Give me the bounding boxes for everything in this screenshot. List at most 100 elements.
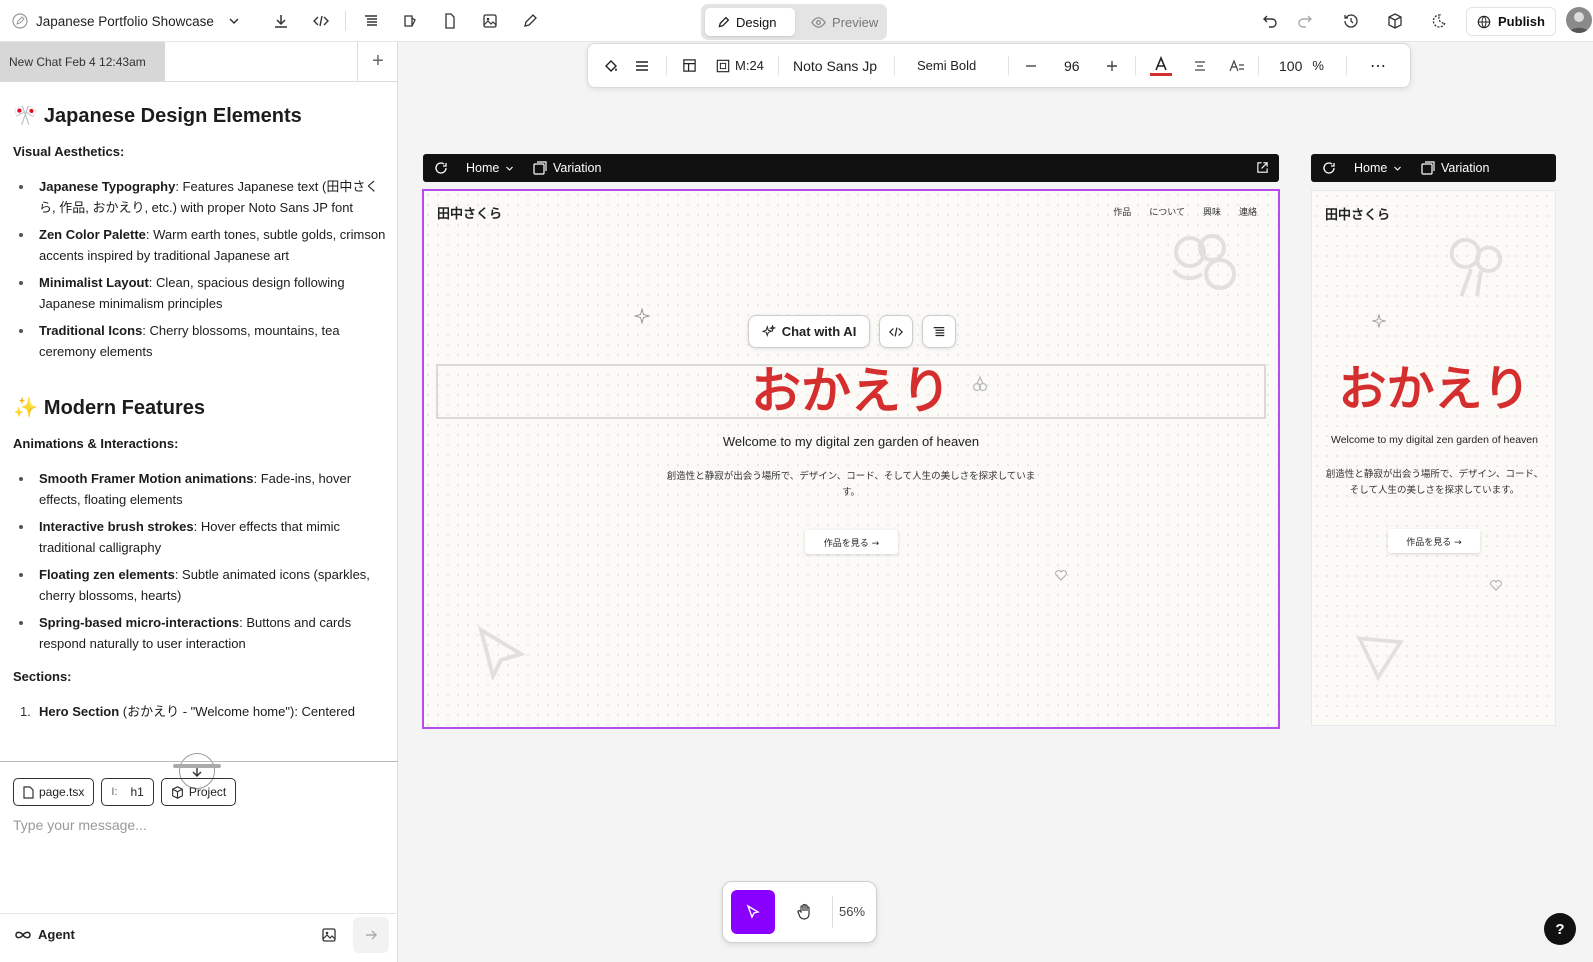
route-select[interactable]: Home <box>466 161 514 175</box>
chip-element[interactable]: I: h1 <box>101 778 154 806</box>
hand-tool[interactable] <box>783 890 827 934</box>
theme-icon[interactable] <box>397 8 423 34</box>
layout-icon[interactable] <box>682 44 697 87</box>
list-item: Interactive brush strokes: Hover effects… <box>13 516 388 558</box>
attach-image-icon[interactable] <box>316 922 342 948</box>
route-label: Home <box>466 161 500 175</box>
code-icon[interactable] <box>308 8 334 34</box>
tab-design[interactable]: Design <box>705 8 795 36</box>
chat-with-ai-button[interactable]: Chat with AI <box>748 315 870 348</box>
select-tool[interactable] <box>731 890 775 934</box>
item-title: Smooth Framer Motion animations <box>39 471 254 486</box>
refresh-icon[interactable] <box>1322 161 1336 175</box>
chat-tab[interactable]: New Chat Feb 4 12:43am <box>0 42 165 81</box>
publish-button[interactable]: Publish <box>1466 7 1556 36</box>
font-weight-select[interactable]: Semi Bold <box>917 44 976 87</box>
pencil-icon <box>717 16 730 29</box>
route-select[interactable]: Home <box>1354 161 1402 175</box>
fill-icon[interactable] <box>603 44 619 87</box>
more-icon[interactable]: ⋯ <box>1370 44 1387 87</box>
new-chat-button[interactable]: + <box>357 42 398 81</box>
resize-handle[interactable] <box>173 764 221 768</box>
list-item: Spring-based micro-interactions: Buttons… <box>13 612 388 654</box>
box-icon[interactable] <box>1382 8 1408 34</box>
divider <box>1008 56 1009 76</box>
variation-button[interactable]: Variation <box>1421 161 1489 175</box>
open-external-icon[interactable] <box>1256 161 1269 174</box>
project-selector[interactable]: Japanese Portfolio Showcase <box>12 10 240 32</box>
variation-label: Variation <box>1441 161 1490 175</box>
zoom-level[interactable]: 56% <box>839 904 865 919</box>
opacity-input[interactable]: 100% <box>1279 44 1324 87</box>
agent-divider <box>0 913 398 914</box>
feature-list: Japanese Typography: Features Japanese t… <box>13 176 388 362</box>
tab-preview[interactable]: Preview <box>799 8 890 36</box>
pen-circle-icon <box>12 13 28 29</box>
layers-icon[interactable] <box>358 8 384 34</box>
variation-button[interactable]: Variation <box>533 161 601 175</box>
chat-message: 🎌 Japanese Design Elements Visual Aesthet… <box>13 82 388 802</box>
border-icon[interactable] <box>634 44 650 87</box>
pencil-icon[interactable] <box>517 8 543 34</box>
refresh-icon[interactable] <box>434 161 448 175</box>
chat-panel: New Chat Feb 4 12:43am + 🎌 Japanese Desig… <box>0 42 398 962</box>
divider <box>832 896 833 928</box>
text-color-icon[interactable] <box>1150 44 1172 87</box>
chip-label: Project <box>188 785 227 799</box>
image-icon[interactable] <box>477 8 503 34</box>
avatar[interactable] <box>1566 7 1592 33</box>
view-code-button[interactable] <box>879 315 913 348</box>
triangle-icon <box>1352 629 1408 685</box>
list-item: Zen Color Palette: Warm earth tones, sub… <box>13 224 388 266</box>
agent-selector[interactable]: Agent <box>14 927 75 942</box>
welcome-text: Welcome to my digital zen garden of heav… <box>1330 434 1538 446</box>
chip-file[interactable]: page.tsx <box>13 778 95 806</box>
divider <box>1135 56 1136 76</box>
file-icon[interactable] <box>437 8 463 34</box>
chip-project[interactable]: Project <box>160 778 237 806</box>
align-icon[interactable] <box>1193 44 1207 87</box>
box-icon <box>171 785 184 799</box>
increase-size-icon[interactable] <box>1105 44 1119 87</box>
font-family-select[interactable]: Noto Sans Jp <box>793 44 877 87</box>
mobile-frame[interactable]: 田中さくら おかえり Welcome to my digital zen gar… <box>1311 190 1556 726</box>
canvas-tools: 56% <box>722 881 877 943</box>
property-toolbar: M:24 Noto Sans Jp Semi Bold 96 100% ⋯ <box>587 43 1411 88</box>
layers-button[interactable] <box>922 315 956 348</box>
help-button[interactable]: ? <box>1544 913 1576 945</box>
chip-label: h1 <box>130 785 144 799</box>
download-icon[interactable] <box>268 8 294 34</box>
frame-toolbar-mobile: Home Variation <box>1311 154 1556 182</box>
section-heading: ✨ Modern Features <box>13 398 388 419</box>
decrease-size-icon[interactable] <box>1024 44 1038 87</box>
chat-with-ai-label: Chat with AI <box>781 324 857 339</box>
site-brand[interactable]: 田中さくら <box>1325 204 1390 223</box>
arrow-right-icon <box>364 928 378 942</box>
cta-button[interactable]: 作品を見る → <box>1388 529 1480 553</box>
history-icon[interactable] <box>1338 8 1364 34</box>
divider <box>345 11 346 31</box>
text-style-icon[interactable] <box>1229 44 1245 87</box>
opacity-unit: % <box>1312 58 1324 73</box>
chip-label: page.tsx <box>39 785 85 799</box>
cursor-icon <box>745 904 761 920</box>
context-chips: page.tsx I: h1 Project <box>13 778 237 806</box>
undo-icon[interactable] <box>1257 8 1283 34</box>
message-input[interactable]: Type your message... <box>13 817 147 833</box>
item-title: Spring-based micro-interactions <box>39 615 240 630</box>
item-title: Hero Section <box>39 704 120 719</box>
hero-title[interactable]: おかえり <box>1312 359 1557 419</box>
divider <box>894 56 895 76</box>
route-label: Home <box>1354 161 1388 175</box>
chevron-down-icon <box>505 164 514 173</box>
margin-control[interactable]: M:24 <box>716 44 764 87</box>
hand-icon <box>796 903 814 921</box>
redo-icon[interactable] <box>1292 8 1318 34</box>
dark-mode-icon[interactable] <box>1426 8 1452 34</box>
list-item: Smooth Framer Motion animations: Fade-in… <box>13 468 388 510</box>
font-size-input[interactable]: 96 <box>1064 44 1080 87</box>
send-button[interactable] <box>353 917 389 953</box>
element-actions: Chat with AI <box>748 315 956 348</box>
top-bar: Japanese Portfolio Showcase Design Previ… <box>0 0 1593 42</box>
list-item: Traditional Icons: Cherry blossoms, moun… <box>13 320 388 362</box>
